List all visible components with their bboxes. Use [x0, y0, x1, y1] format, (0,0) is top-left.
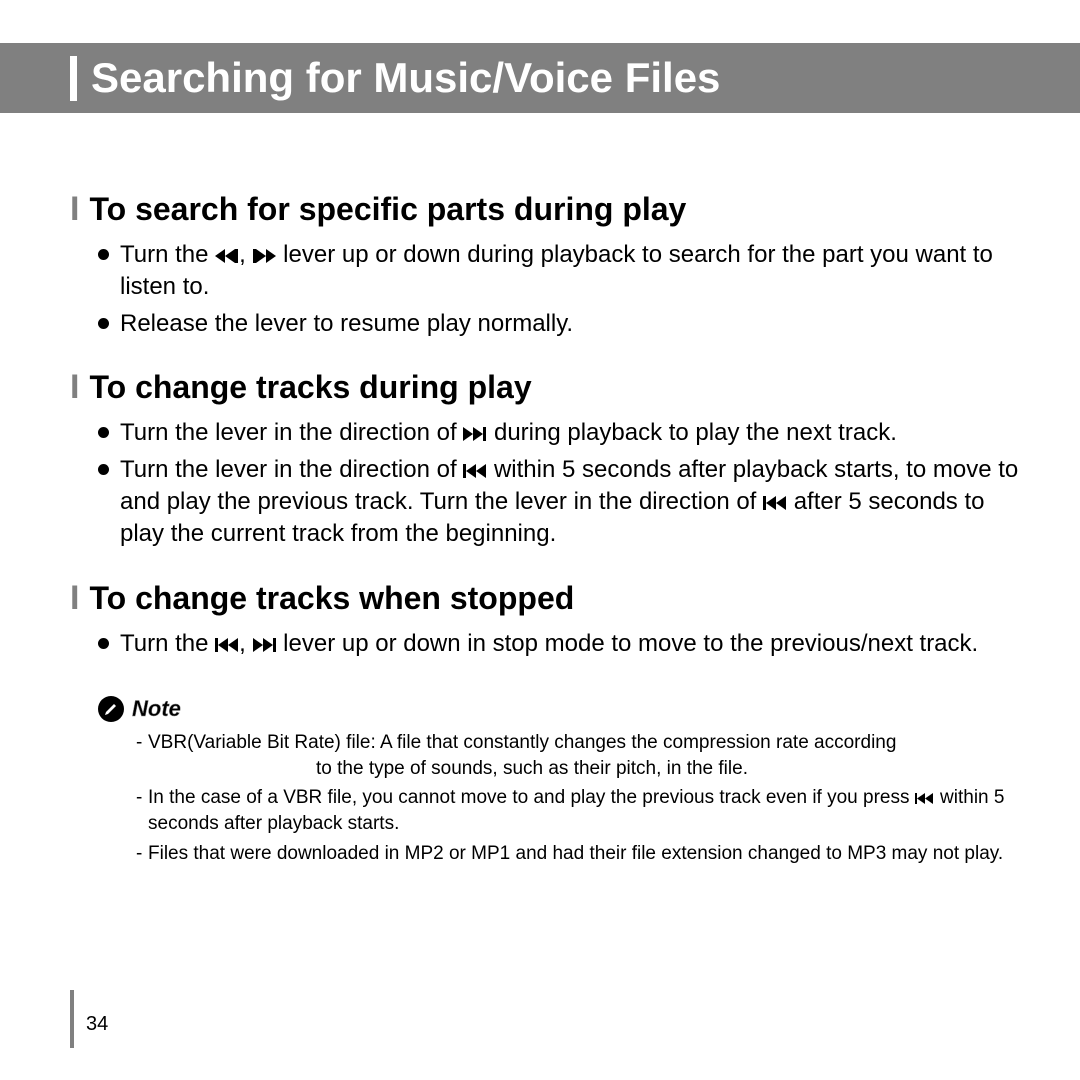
note-item: VBR(Variable Bit Rate) file: A file that… — [136, 730, 1020, 781]
note-text: In the case of a VBR file, you cannot mo… — [148, 787, 915, 808]
section-heading: I To search for specific parts during pl… — [70, 190, 1020, 229]
page-content: I To search for specific parts during pl… — [70, 170, 1020, 870]
forward-icon — [253, 249, 277, 263]
forward-icon — [253, 638, 277, 652]
note-label: Note — [132, 696, 181, 722]
bullet-text: Turn the lever in the direction of — [120, 456, 463, 483]
rewind-icon — [915, 793, 935, 804]
rewind-forward-icons: , — [215, 630, 283, 657]
note-item: In the case of a VBR file, you cannot mo… — [136, 785, 1020, 836]
bullet-list: Turn the , lever up or down in stop mode… — [70, 628, 1020, 660]
forward-icon — [463, 427, 487, 441]
section-bar-icon: I — [70, 579, 79, 618]
bullet-text: Release the lever to resume play normall… — [120, 310, 573, 337]
note-text: VBR(Variable Bit Rate) file: A file that… — [148, 732, 896, 753]
bullet-text: lever up or down in stop mode to move to… — [283, 630, 978, 657]
section-bar-icon: I — [70, 368, 79, 407]
rewind-icon — [215, 638, 239, 652]
bullet-list: Turn the , lever up or down during playb… — [70, 239, 1020, 340]
section-change-tracks-play: I To change tracks during play Turn the … — [70, 368, 1020, 551]
bullet-text: Turn the — [120, 241, 215, 268]
note-list: VBR(Variable Bit Rate) file: A file that… — [98, 730, 1020, 866]
page-number-bar — [70, 990, 74, 1048]
section-heading: I To change tracks during play — [70, 368, 1020, 407]
section-search-parts: I To search for specific parts during pl… — [70, 190, 1020, 340]
bullet-item: Turn the lever in the direction of durin… — [98, 417, 1020, 449]
rewind-forward-icons: , — [215, 241, 283, 268]
note-text: Files that were downloaded in MP2 or MP1… — [148, 843, 1003, 864]
page-number: 34 — [86, 1013, 108, 1036]
section-change-tracks-stopped: I To change tracks when stopped Turn the… — [70, 579, 1020, 660]
header-bar-mark — [70, 56, 77, 101]
page-title: Searching for Music/Voice Files — [91, 54, 720, 102]
note-heading: Note — [98, 696, 1020, 722]
note-text: to the type of sounds, such as their pit… — [148, 756, 1020, 782]
section-title: To change tracks during play — [89, 369, 531, 406]
rewind-icon — [215, 249, 239, 263]
section-bar-icon: I — [70, 190, 79, 229]
rewind-icon — [763, 496, 787, 510]
bullet-item: Release the lever to resume play normall… — [98, 308, 1020, 340]
bullet-item: Turn the , lever up or down during playb… — [98, 239, 1020, 304]
bullet-text: during playback to play the next track. — [494, 419, 897, 446]
section-title: To change tracks when stopped — [89, 580, 574, 617]
section-heading: I To change tracks when stopped — [70, 579, 1020, 618]
bullet-text: Turn the lever in the direction of — [120, 419, 463, 446]
page-header: Searching for Music/Voice Files — [0, 43, 1080, 113]
section-title: To search for specific parts during play — [89, 191, 686, 228]
bullet-item: Turn the lever in the direction of withi… — [98, 454, 1020, 551]
rewind-icon — [463, 464, 487, 478]
note-block: Note VBR(Variable Bit Rate) file: A file… — [70, 696, 1020, 866]
bullet-list: Turn the lever in the direction of durin… — [70, 417, 1020, 551]
bullet-item: Turn the , lever up or down in stop mode… — [98, 628, 1020, 660]
note-pencil-icon — [98, 696, 124, 722]
note-item: Files that were downloaded in MP2 or MP1… — [136, 841, 1020, 867]
bullet-text: Turn the — [120, 630, 215, 657]
